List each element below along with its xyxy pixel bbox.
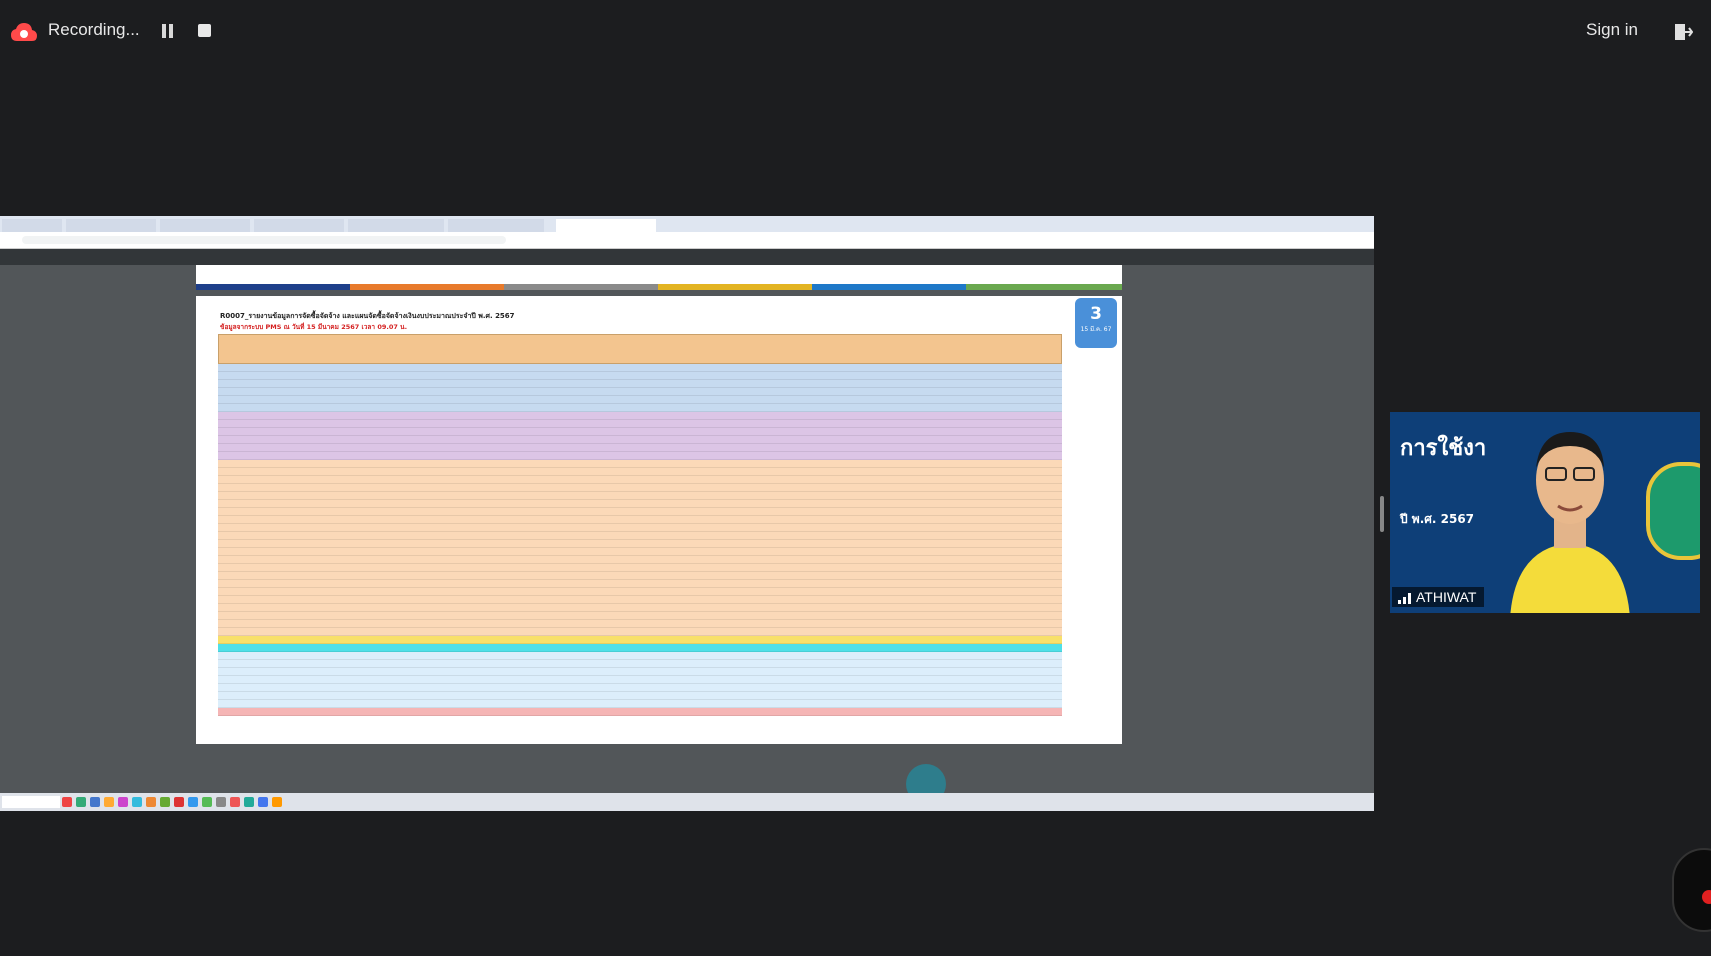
taskbar-app-icon[interactable]	[104, 797, 114, 807]
table-row	[218, 652, 1062, 660]
table-row	[218, 540, 1062, 548]
taskbar-app-icon[interactable]	[230, 797, 240, 807]
table-row	[218, 484, 1062, 492]
slide-number: 3	[1090, 304, 1102, 324]
table-row	[218, 644, 1062, 652]
table-row	[218, 572, 1062, 580]
taskbar-app-icon[interactable]	[244, 797, 254, 807]
table-row	[218, 508, 1062, 516]
banner-headline: การใช้งา	[1400, 436, 1487, 461]
taskbar-app-icon[interactable]	[160, 797, 170, 807]
participant-avatar	[1510, 432, 1630, 613]
table-row	[218, 692, 1062, 700]
taskbar-app-icon[interactable]	[188, 797, 198, 807]
browser-address-bar[interactable]	[0, 232, 1374, 249]
table-row	[218, 564, 1062, 572]
table-row	[218, 668, 1062, 676]
taskbar-app-icon[interactable]	[216, 797, 226, 807]
report-title: R0007_รายงานข้อมูลการจัดซื้อจัดจ้าง และแ…	[220, 312, 515, 320]
taskbar-app-icon[interactable]	[62, 797, 72, 807]
table-row	[218, 476, 1062, 484]
pause-icon[interactable]	[160, 22, 176, 42]
table-row	[218, 428, 1062, 436]
table-row	[218, 548, 1062, 556]
taskbar-search[interactable]	[2, 796, 60, 808]
pdf-toolbar	[0, 249, 1374, 265]
sign-in-button[interactable]: Sign in	[1586, 20, 1638, 40]
participant-video-tile[interactable]: การใช้งา ปี พ.ศ. 2567	[1390, 412, 1700, 613]
table-row	[218, 460, 1062, 468]
taskbar-app-icon[interactable]	[90, 797, 100, 807]
table-row	[218, 524, 1062, 532]
table-row	[218, 604, 1062, 612]
url-field[interactable]	[22, 236, 506, 244]
taskbar-app-icon[interactable]	[76, 797, 86, 807]
table-row	[218, 588, 1062, 596]
table-row	[218, 556, 1062, 564]
browser-tab-strip	[0, 216, 1374, 232]
table-row	[218, 684, 1062, 692]
table-row	[218, 628, 1062, 636]
report-subtitle: ข้อมูลจากระบบ PMS ณ วันที่ 15 มีนาคม 256…	[220, 323, 408, 331]
slide-date: 15 มี.ค. 67	[1080, 326, 1112, 333]
banner-year: ปี พ.ศ. 2567	[1400, 512, 1475, 526]
report-table	[218, 334, 1062, 716]
shared-screen: 3 15 มี.ค. 67 R0007_รายงานข้อมูลการจัดซื…	[0, 216, 1374, 811]
record-control-button[interactable]	[1672, 848, 1711, 932]
taskbar-app-icon[interactable]	[174, 797, 184, 807]
browser-tab[interactable]	[2, 219, 62, 232]
taskbar-app-icon[interactable]	[202, 797, 212, 807]
cloud-recording-icon	[11, 23, 37, 41]
signal-icon	[1398, 593, 1411, 604]
table-row	[218, 492, 1062, 500]
taskbar-app-icon[interactable]	[118, 797, 128, 807]
table-row	[218, 532, 1062, 540]
windows-taskbar	[0, 793, 1374, 811]
table-row	[218, 660, 1062, 668]
table-row	[218, 636, 1062, 644]
meeting-topbar: Recording... Sign in	[0, 0, 1711, 64]
table-row	[218, 500, 1062, 508]
table-row	[218, 596, 1062, 604]
taskbar-app-icon[interactable]	[272, 797, 282, 807]
table-row	[218, 516, 1062, 524]
browser-tab[interactable]	[66, 219, 156, 232]
table-row	[218, 620, 1062, 628]
table-row	[218, 612, 1062, 620]
taskbar-app-icon[interactable]	[258, 797, 268, 807]
table-row	[218, 404, 1062, 412]
browser-tab-active[interactable]	[556, 219, 656, 232]
table-row	[218, 364, 1062, 372]
resize-handle[interactable]	[1380, 496, 1384, 532]
table-row	[218, 468, 1062, 476]
table-row	[218, 436, 1062, 444]
stop-icon[interactable]	[198, 24, 211, 37]
table-row	[218, 452, 1062, 460]
table-row	[218, 700, 1062, 708]
table-row	[218, 420, 1062, 428]
taskbar-app-icon[interactable]	[146, 797, 156, 807]
browser-tab[interactable]	[254, 219, 344, 232]
table-row	[218, 444, 1062, 452]
slide-number-badge: 3 15 มี.ค. 67	[1075, 298, 1117, 348]
recording-status: Recording...	[48, 20, 140, 39]
browser-tab[interactable]	[160, 219, 250, 232]
table-body	[218, 364, 1062, 716]
table-row	[218, 380, 1062, 388]
table-row	[218, 412, 1062, 420]
browser-tab[interactable]	[448, 219, 544, 232]
taskbar-app-icon[interactable]	[132, 797, 142, 807]
pdf-page: 3 15 มี.ค. 67 R0007_รายงานข้อมูลการจัดซื…	[196, 296, 1122, 744]
table-row	[218, 372, 1062, 380]
table-row	[218, 580, 1062, 588]
table-row	[218, 396, 1062, 404]
pdf-page-previous	[196, 265, 1122, 290]
table-row	[218, 388, 1062, 396]
browser-tab[interactable]	[348, 219, 444, 232]
emblem-icon	[1646, 462, 1700, 560]
table-row	[218, 676, 1062, 684]
table-header	[218, 334, 1062, 364]
table-row	[218, 708, 1062, 716]
leave-icon[interactable]	[1673, 22, 1693, 42]
